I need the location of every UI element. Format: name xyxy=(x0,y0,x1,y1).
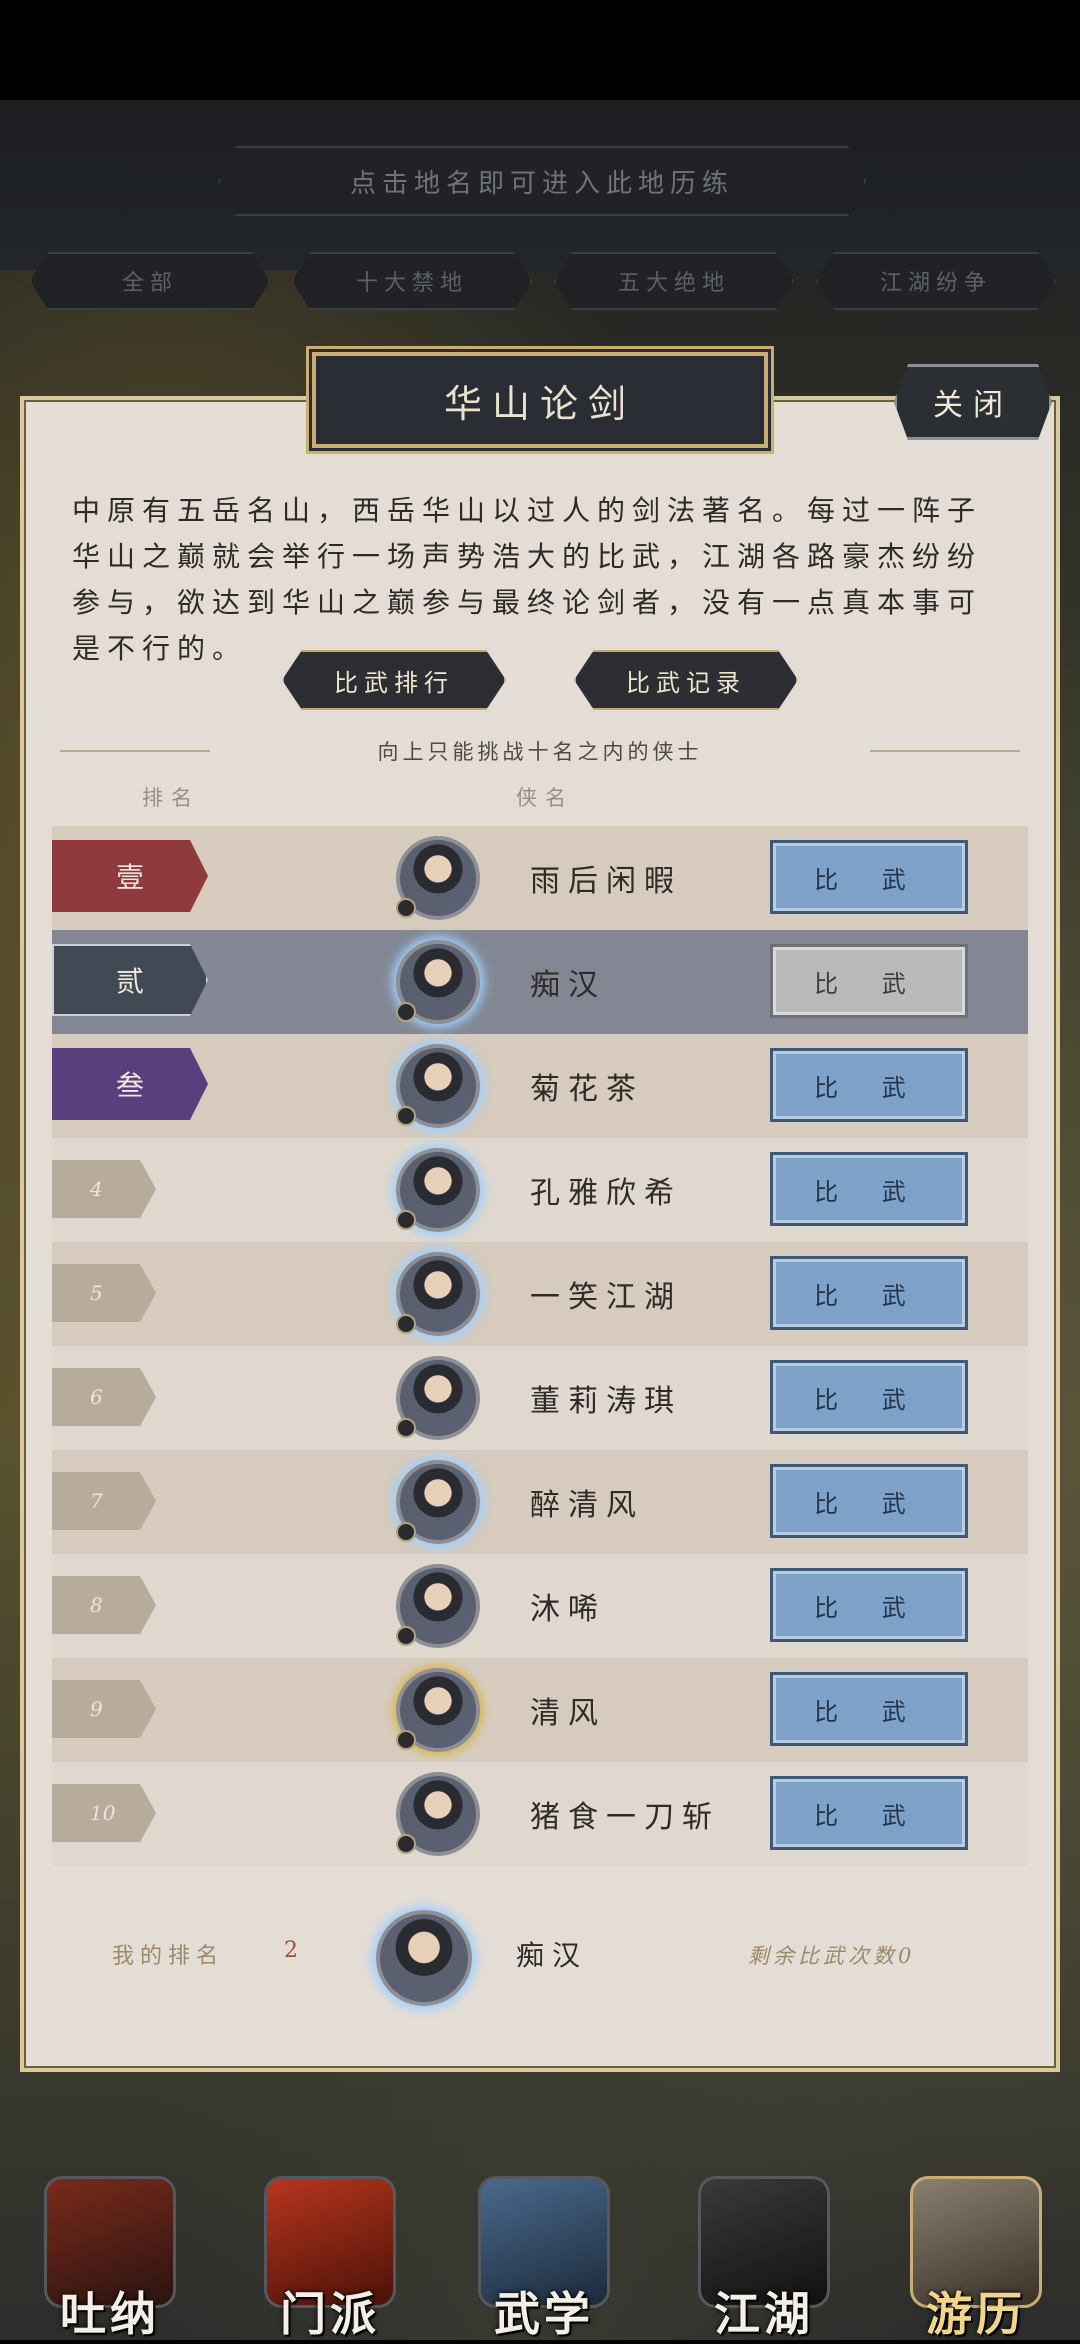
fight-button-disabled: 比 武 xyxy=(770,944,968,1018)
divider-left xyxy=(60,750,210,752)
fight-button[interactable]: 比 武 xyxy=(770,1568,968,1642)
ranking-row: 9 清风 比 武 xyxy=(52,1658,1028,1762)
player-name: 一笑江湖 xyxy=(530,1280,682,1315)
my-rank-value: 2 xyxy=(284,1938,298,1963)
level-icon xyxy=(396,1106,416,1126)
player-avatar[interactable] xyxy=(396,1044,480,1128)
player-avatar[interactable] xyxy=(396,836,480,920)
ranking-row: 6 董莉涛琪 比 武 xyxy=(52,1346,1028,1450)
level-icon xyxy=(396,1626,416,1646)
fight-button[interactable]: 比 武 xyxy=(770,1464,968,1538)
rank-badge: 7 xyxy=(52,1472,156,1530)
rank-badge: 6 xyxy=(52,1368,156,1426)
player-name: 醉清风 xyxy=(530,1488,644,1523)
nav-jianghu[interactable]: 江湖 xyxy=(684,2160,844,2341)
nav-breathing[interactable]: 吐纳 xyxy=(30,2160,190,2341)
player-name: 清风 xyxy=(530,1696,606,1731)
challenge-hint: 向上只能挑战十名之内的侠士 xyxy=(377,740,703,764)
nav-martial-arts[interactable]: 武学 xyxy=(464,2160,624,2341)
level-icon xyxy=(396,1002,416,1022)
hint-banner: 点击地名即可进入此地历练 xyxy=(218,146,866,216)
rank-badge: 8 xyxy=(52,1576,156,1634)
filter-tab-all[interactable]: 全部 xyxy=(30,252,270,310)
player-name: 孔雅欣希 xyxy=(530,1176,682,1211)
rank-badge: 4 xyxy=(52,1160,156,1218)
level-icon xyxy=(396,1834,416,1854)
filter-tab-forbidden[interactable]: 十大禁地 xyxy=(292,252,532,310)
player-name: 沐唏 xyxy=(530,1592,606,1627)
player-avatar[interactable] xyxy=(396,1356,480,1440)
fight-button[interactable]: 比 武 xyxy=(770,1776,968,1850)
player-name: 痴汉 xyxy=(530,968,606,1003)
fight-button[interactable]: 比 武 xyxy=(770,1152,968,1226)
filter-tab-deadly[interactable]: 五大绝地 xyxy=(554,252,794,310)
ranking-row: 壹 雨后闲暇 比 武 xyxy=(52,826,1028,930)
fight-button[interactable]: 比 武 xyxy=(770,840,968,914)
player-name: 猪食一刀斩 xyxy=(530,1800,720,1835)
player-avatar[interactable] xyxy=(396,1460,480,1544)
ranking-row: 5 一笑江湖 比 武 xyxy=(52,1242,1028,1346)
filter-tab-disputes[interactable]: 江湖纷争 xyxy=(816,252,1056,310)
my-name: 痴汉 xyxy=(516,1939,589,1972)
player-avatar[interactable] xyxy=(396,1148,480,1232)
level-icon xyxy=(396,1314,416,1334)
player-name: 雨后闲暇 xyxy=(530,864,682,899)
tab-ranking[interactable]: 比武排行 xyxy=(282,650,506,710)
col-rank-header: 排名 xyxy=(142,786,200,810)
level-icon xyxy=(396,1522,416,1542)
ranking-row: 8 沐唏 比 武 xyxy=(52,1554,1028,1658)
player-avatar[interactable] xyxy=(396,940,480,1024)
player-name: 菊花茶 xyxy=(530,1072,644,1107)
level-icon xyxy=(396,1210,416,1230)
fight-button[interactable]: 比 武 xyxy=(770,1672,968,1746)
my-avatar[interactable] xyxy=(376,1910,472,2006)
rank-badge: 壹 xyxy=(52,840,208,912)
fight-button[interactable]: 比 武 xyxy=(770,1360,968,1434)
panel-title: 华山论剑 xyxy=(312,352,768,448)
player-avatar[interactable] xyxy=(396,1252,480,1336)
ranking-row: 7 醉清风 比 武 xyxy=(52,1450,1028,1554)
player-name: 董莉涛琪 xyxy=(530,1384,682,1419)
level-icon xyxy=(396,1418,416,1438)
rank-badge: 9 xyxy=(52,1680,156,1738)
ranking-row-self: 贰 痴汉 比 武 xyxy=(52,930,1028,1034)
rank-badge: 5 xyxy=(52,1264,156,1322)
remaining-attempts: 剩余比武次数0 xyxy=(748,1944,916,1968)
fight-button[interactable]: 比 武 xyxy=(770,1048,968,1122)
rank-badge: 叁 xyxy=(52,1048,208,1120)
panel-description: 中原有五岳名山，西岳华山以过人的剑法著名。每过一阵子华山之巅就会举行一场声势浩大… xyxy=(72,494,983,665)
ranking-row: 4 孔雅欣希 比 武 xyxy=(52,1138,1028,1242)
ranking-row: 叁 菊花茶 比 武 xyxy=(52,1034,1028,1138)
player-avatar[interactable] xyxy=(396,1772,480,1856)
nav-travel[interactable]: 游历 xyxy=(896,2160,1056,2341)
fight-button[interactable]: 比 武 xyxy=(770,1256,968,1330)
close-button[interactable]: 关闭 xyxy=(894,364,1052,440)
player-avatar[interactable] xyxy=(396,1668,480,1752)
nav-sect[interactable]: 门派 xyxy=(250,2160,410,2341)
tab-records[interactable]: 比武记录 xyxy=(574,650,798,710)
level-icon xyxy=(396,1730,416,1750)
player-avatar[interactable] xyxy=(396,1564,480,1648)
divider-right xyxy=(870,750,1020,752)
level-icon xyxy=(396,898,416,918)
my-rank-label: 我的排名 xyxy=(112,1944,225,1969)
col-name-header: 侠名 xyxy=(516,786,574,810)
rank-badge: 10 xyxy=(52,1784,156,1842)
rank-badge: 贰 xyxy=(52,944,208,1016)
ranking-row: 10 猪食一刀斩 比 武 xyxy=(52,1762,1028,1866)
